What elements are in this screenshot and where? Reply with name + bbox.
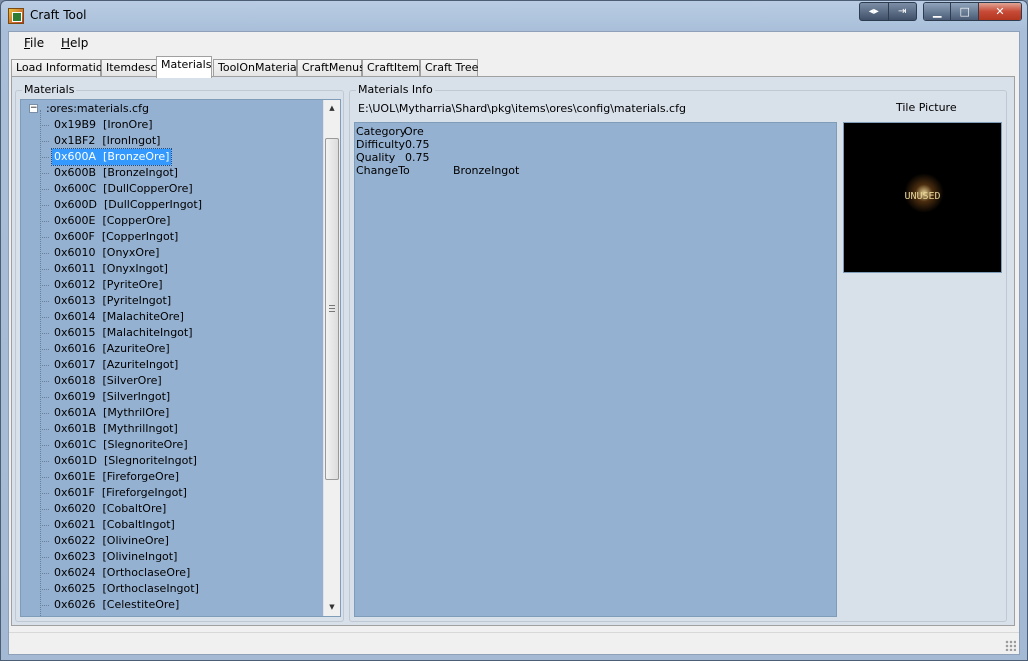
materials-group-label: Materials xyxy=(22,83,77,96)
info-key: Difficulty xyxy=(356,138,406,151)
window-switch-icon[interactable]: ⇥ xyxy=(887,3,917,20)
tree-node-label: 0x6018 [SilverOre] xyxy=(54,374,162,387)
config-path: E:\UOL\Mytharria\Shard\pkg\items\ores\co… xyxy=(358,102,686,115)
menu-file[interactable]: File xyxy=(24,36,44,50)
collapse-icon[interactable]: − xyxy=(29,104,38,113)
tree-node-label: 0x6025 [OrthoclaseIngot] xyxy=(54,582,199,595)
window-title: Craft Tool xyxy=(30,8,87,22)
info-row-category: Category Ore xyxy=(356,125,424,138)
tree-node-label: 0x6021 [CobaltIngot] xyxy=(54,518,175,531)
window-controls: ▁ □ ✕ xyxy=(923,2,1022,21)
tab-craft-tree[interactable]: Craft Tree xyxy=(420,59,478,77)
tab-craftitems[interactable]: CraftItems xyxy=(362,59,425,77)
tree-node-label: 0x6014 [MalachiteOre] xyxy=(54,310,184,323)
tree-node-label: 0x1BF2 [IronIngot] xyxy=(54,134,161,147)
resize-arrows-icon[interactable]: ◂▸ xyxy=(860,3,888,20)
tree-node-label: 0x6011 [OnyxIngot] xyxy=(54,262,168,275)
tab-craftmenus[interactable]: CraftMenus xyxy=(297,59,365,77)
tree-node-label: 0x19B9 [IronOre] xyxy=(54,118,153,131)
thumb-grip-icon xyxy=(329,305,335,312)
tab-materials[interactable]: Materials xyxy=(156,56,212,78)
materials-tree[interactable]: − :ores:materials.cfg 0x19B9 [IronOre] 0x… xyxy=(20,99,341,617)
menu-help[interactable]: Help xyxy=(61,36,88,50)
app-icon[interactable] xyxy=(8,8,24,24)
caption-extra-buttons: ◂▸ ⇥ xyxy=(859,2,917,21)
maximize-button[interactable]: □ xyxy=(951,3,979,20)
menu-bar: File Help xyxy=(9,32,1019,54)
tab-load-information[interactable]: Load Information xyxy=(11,59,110,77)
tab-toolonmaterial[interactable]: ToolOnMaterial xyxy=(213,59,300,77)
tree-node-label: 0x6017 [AzuriteIngot] xyxy=(54,358,179,371)
tree-root-node[interactable]: :ores:materials.cfg xyxy=(46,101,149,117)
tree-node-label: 0x6023 [OlivineIngot] xyxy=(54,550,178,563)
info-row-quality: Quality 0.75 xyxy=(356,151,430,164)
info-value: Ore xyxy=(404,125,424,138)
tree-node-label: 0x600A [BronzeOre] xyxy=(50,148,173,166)
tile-picture-label: Tile Picture xyxy=(896,101,957,114)
info-key: Quality xyxy=(356,151,396,164)
tree-node-label: 0x6019 [SilverIngot] xyxy=(54,390,171,403)
title-bar[interactable]: Craft Tool ◂▸ ⇥ ▁ □ ✕ xyxy=(1,1,1027,31)
tree-node-label: 0x6013 [PyriteIngot] xyxy=(54,294,172,307)
tile-picture-text: UNUSED xyxy=(904,191,941,202)
tree-node-label: 0x601F [FireforgeIngot] xyxy=(54,486,187,499)
materials-info-box[interactable]: Category Ore Difficulty 0.75 Quality 0.7… xyxy=(354,122,837,617)
tab-itemdesc[interactable]: Itemdesc xyxy=(101,59,157,77)
tree-node-label: 0x600E [CopperOre] xyxy=(54,214,171,227)
status-bar xyxy=(9,632,1019,654)
info-row-changeto: ChangeTo BronzeIngot xyxy=(356,164,519,177)
tile-picture: UNUSED xyxy=(843,122,1002,273)
tree-node-label: 0x6020 [CobaltOre] xyxy=(54,502,167,515)
tree-node-label: 0x6016 [AzuriteOre] xyxy=(54,342,170,355)
scrollbar-thumb[interactable] xyxy=(325,138,339,480)
tree-node-label: 0x6015 [MalachiteIngot] xyxy=(54,326,193,339)
tree-node-label: 0x601D [SlegnoriteIngot] xyxy=(54,454,197,467)
scroll-down-icon[interactable]: ▼ xyxy=(324,599,340,616)
info-value: 0.75 xyxy=(405,138,430,151)
tree-node-label: 0x600D [DullCopperIngot] xyxy=(54,198,203,211)
tree-node-label: 0x601C [SlegnoriteOre] xyxy=(54,438,188,451)
tree-node-label: 0x600C [DullCopperOre] xyxy=(54,182,193,195)
tree-node-label: 0x600F [CopperIngot] xyxy=(54,230,179,243)
tree-scrollbar[interactable]: ▲ ▼ xyxy=(323,100,340,616)
tree-node-label: 0x6022 [OlivineOre] xyxy=(54,534,169,547)
info-value: BronzeIngot xyxy=(453,164,520,177)
tree-node-label: 0x600B [BronzeIngot] xyxy=(54,166,178,179)
tree-node-label: 0x601B [MythrilIngot] xyxy=(54,422,178,435)
close-button[interactable]: ✕ xyxy=(978,3,1021,20)
info-key: Category xyxy=(356,125,407,138)
tree-node-label: 0x6026 [CelestiteOre] xyxy=(54,598,180,611)
tree-node-label: 0x6024 [OrthoclaseOre] xyxy=(54,566,191,579)
materials-info-group-label: Materials Info xyxy=(356,83,435,96)
scroll-up-icon[interactable]: ▲ xyxy=(324,100,340,117)
minimize-button[interactable]: ▁ xyxy=(924,3,952,20)
tree-node-label: 0x6010 [OnyxOre] xyxy=(54,246,160,259)
info-value: 0.75 xyxy=(405,151,430,164)
info-row-difficulty: Difficulty 0.75 xyxy=(356,138,430,151)
resize-grip-icon[interactable] xyxy=(1005,640,1016,651)
tree-node-label: 0x6012 [PyriteOre] xyxy=(54,278,163,291)
info-key: ChangeTo xyxy=(356,164,410,177)
tree-node-label: 0x601A [MythrilOre] xyxy=(54,406,170,419)
tree-node-label: 0x601E [FireforgeOre] xyxy=(54,470,180,483)
